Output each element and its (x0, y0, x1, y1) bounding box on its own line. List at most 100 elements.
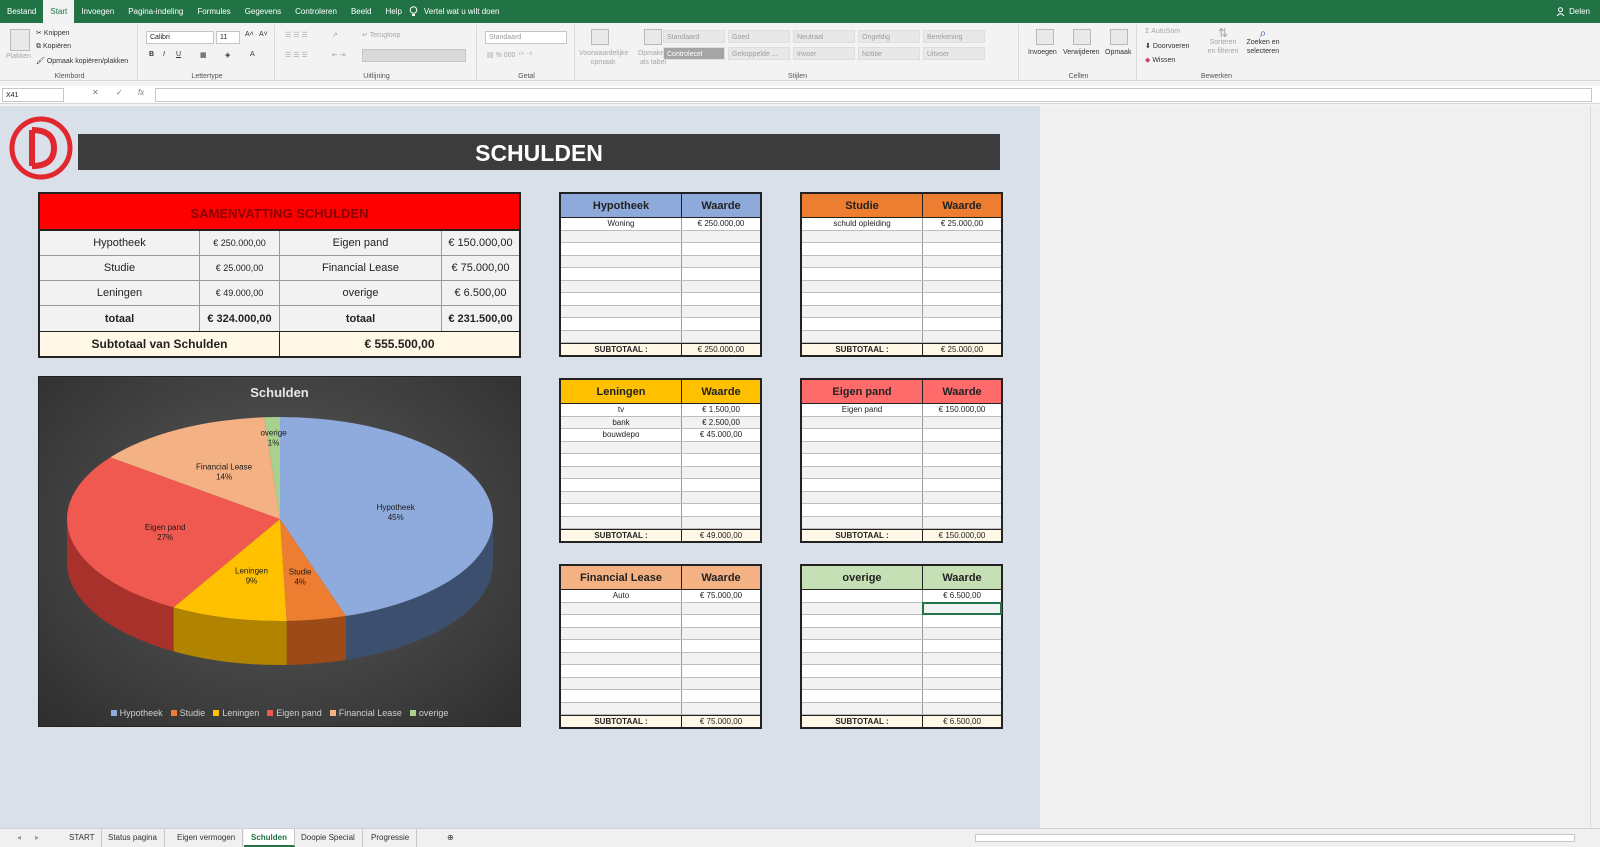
amount-cell[interactable] (682, 454, 760, 466)
amount-cell[interactable] (923, 628, 1001, 640)
scroll-right-icon[interactable]: ▸ (28, 829, 46, 847)
item-cell[interactable] (561, 255, 682, 267)
item-cell[interactable]: bouwdepo (561, 429, 682, 441)
item-cell[interactable] (561, 640, 682, 652)
worksheet[interactable]: SCHULDEN SAMENVATTING SCHULDEN Hypotheek… (0, 106, 1040, 828)
amount-cell[interactable] (923, 665, 1001, 677)
summary-cell-v1[interactable]: € 49.000,00 (200, 281, 280, 305)
amount-cell[interactable] (923, 690, 1001, 702)
name-box[interactable]: X41 (2, 88, 64, 102)
item-cell[interactable]: schuld opleiding (802, 218, 923, 230)
subtotal-value[interactable]: € 49.000,00 (682, 530, 760, 541)
total-label-2[interactable]: totaal (280, 306, 442, 331)
subtotal-label[interactable]: SUBTOTAAL : (802, 716, 923, 727)
amount-cell[interactable] (923, 417, 1001, 429)
item-cell[interactable] (802, 230, 923, 242)
paste-icon[interactable] (10, 29, 30, 51)
item-cell[interactable] (802, 690, 923, 702)
legend-item[interactable]: overige (409, 708, 448, 718)
amount-cell[interactable]: € 6.500,00 (923, 590, 1001, 602)
amount-cell[interactable] (923, 331, 1001, 343)
amount-cell[interactable] (682, 281, 760, 293)
delete-cells-button[interactable]: Verwijderen (1063, 49, 1100, 56)
item-cell[interactable]: Eigen pand (802, 404, 923, 416)
amount-cell[interactable] (923, 703, 1001, 715)
amount-cell[interactable] (682, 640, 760, 652)
legend-item[interactable]: Financial Lease (329, 708, 402, 718)
item-cell[interactable] (561, 491, 682, 503)
amount-cell[interactable] (923, 517, 1001, 529)
item-cell[interactable]: Auto (561, 590, 682, 602)
amount-cell[interactable] (923, 615, 1001, 627)
item-cell[interactable] (802, 640, 923, 652)
number-format-select[interactable]: Standaard (485, 31, 567, 44)
menu-tab-beeld[interactable]: Beeld (344, 0, 378, 23)
menu-tab-pagina-indeling[interactable]: Pagina-indeling (121, 0, 190, 23)
amount-cell[interactable] (682, 492, 760, 504)
amount-cell[interactable] (682, 231, 760, 243)
clear-button[interactable]: ◆ Wissen (1145, 56, 1175, 64)
subtotal-label[interactable]: SUBTOTAAL : (802, 530, 923, 541)
find-select-button[interactable]: ⌕ Zoeken en selecteren (1242, 27, 1284, 56)
menu-tab-gegevens[interactable]: Gegevens (238, 0, 288, 23)
cut-button[interactable]: ✂ Knippen (36, 29, 70, 37)
amount-cell[interactable] (682, 603, 760, 615)
item-cell[interactable] (561, 441, 682, 453)
legend-item[interactable]: Hypotheek (110, 708, 163, 718)
grow-font-icon[interactable]: A˄ (245, 31, 254, 38)
cancel-icon[interactable]: ✕ (92, 88, 99, 97)
amount-cell[interactable] (682, 243, 760, 255)
shrink-font-icon[interactable]: A˅ (259, 31, 268, 38)
item-cell[interactable] (802, 504, 923, 516)
item-cell[interactable] (802, 466, 923, 478)
amount-cell[interactable] (682, 442, 760, 454)
share-button[interactable]: Delen (1556, 0, 1590, 23)
item-cell[interactable] (802, 293, 923, 305)
delete-cells-icon[interactable] (1073, 29, 1091, 45)
insert-function-icon[interactable]: fx (138, 88, 144, 97)
table-title[interactable]: Leningen (561, 380, 682, 403)
amount-cell[interactable]: € 150.000,00 (923, 404, 1001, 416)
amount-cell[interactable] (682, 293, 760, 305)
item-cell[interactable] (561, 268, 682, 280)
align-top-icon[interactable]: ☰ ☰ ☰ (285, 31, 308, 39)
amount-cell[interactable] (682, 690, 760, 702)
item-cell[interactable] (802, 516, 923, 528)
item-cell[interactable] (802, 429, 923, 441)
amount-cell[interactable] (682, 268, 760, 280)
summary-cell-v2[interactable]: € 75.000,00 (442, 256, 519, 280)
summary-cell-l1[interactable]: Leningen (40, 281, 200, 305)
cell-style-2[interactable]: Neutraal (793, 30, 855, 43)
sheet-tab-schulden[interactable]: Schulden (244, 829, 296, 847)
item-cell[interactable] (561, 479, 682, 491)
item-cell[interactable] (561, 293, 682, 305)
summary-cell-v1[interactable]: € 250.000,00 (200, 231, 280, 255)
item-cell[interactable] (802, 243, 923, 255)
amount-cell[interactable] (923, 479, 1001, 491)
summary-cell-v1[interactable]: € 25.000,00 (200, 256, 280, 280)
amount-cell[interactable] (923, 429, 1001, 441)
item-cell[interactable] (561, 702, 682, 714)
orientation-icon[interactable]: ↗ (332, 31, 338, 39)
value-column-header[interactable]: Waarde (682, 566, 760, 589)
amount-cell[interactable] (923, 306, 1001, 318)
item-cell[interactable] (561, 318, 682, 330)
value-column-header[interactable]: Waarde (923, 566, 1001, 589)
summary-cell-l1[interactable]: Hypotheek (40, 231, 200, 255)
sort-filter-button[interactable]: ⇅ Sorteren en filteren (1205, 27, 1241, 56)
summary-cell-v2[interactable]: € 6.500,00 (442, 281, 519, 305)
amount-cell[interactable] (923, 653, 1001, 665)
subtotal-label[interactable]: SUBTOTAAL : (561, 716, 682, 727)
amount-cell[interactable]: € 1.500,00 (682, 404, 760, 416)
amount-cell[interactable] (923, 454, 1001, 466)
format-cells-icon[interactable] (1110, 29, 1128, 45)
amount-cell[interactable] (923, 281, 1001, 293)
enter-icon[interactable]: ✓ (116, 88, 123, 97)
item-cell[interactable] (561, 330, 682, 342)
table-title[interactable]: Eigen pand (802, 380, 923, 403)
cell-style-3[interactable]: Ongeldig (858, 30, 920, 43)
amount-cell[interactable] (682, 653, 760, 665)
item-cell[interactable] (561, 504, 682, 516)
bold-button[interactable]: B (149, 51, 154, 58)
summary-cell-l1[interactable]: Studie (40, 256, 200, 280)
